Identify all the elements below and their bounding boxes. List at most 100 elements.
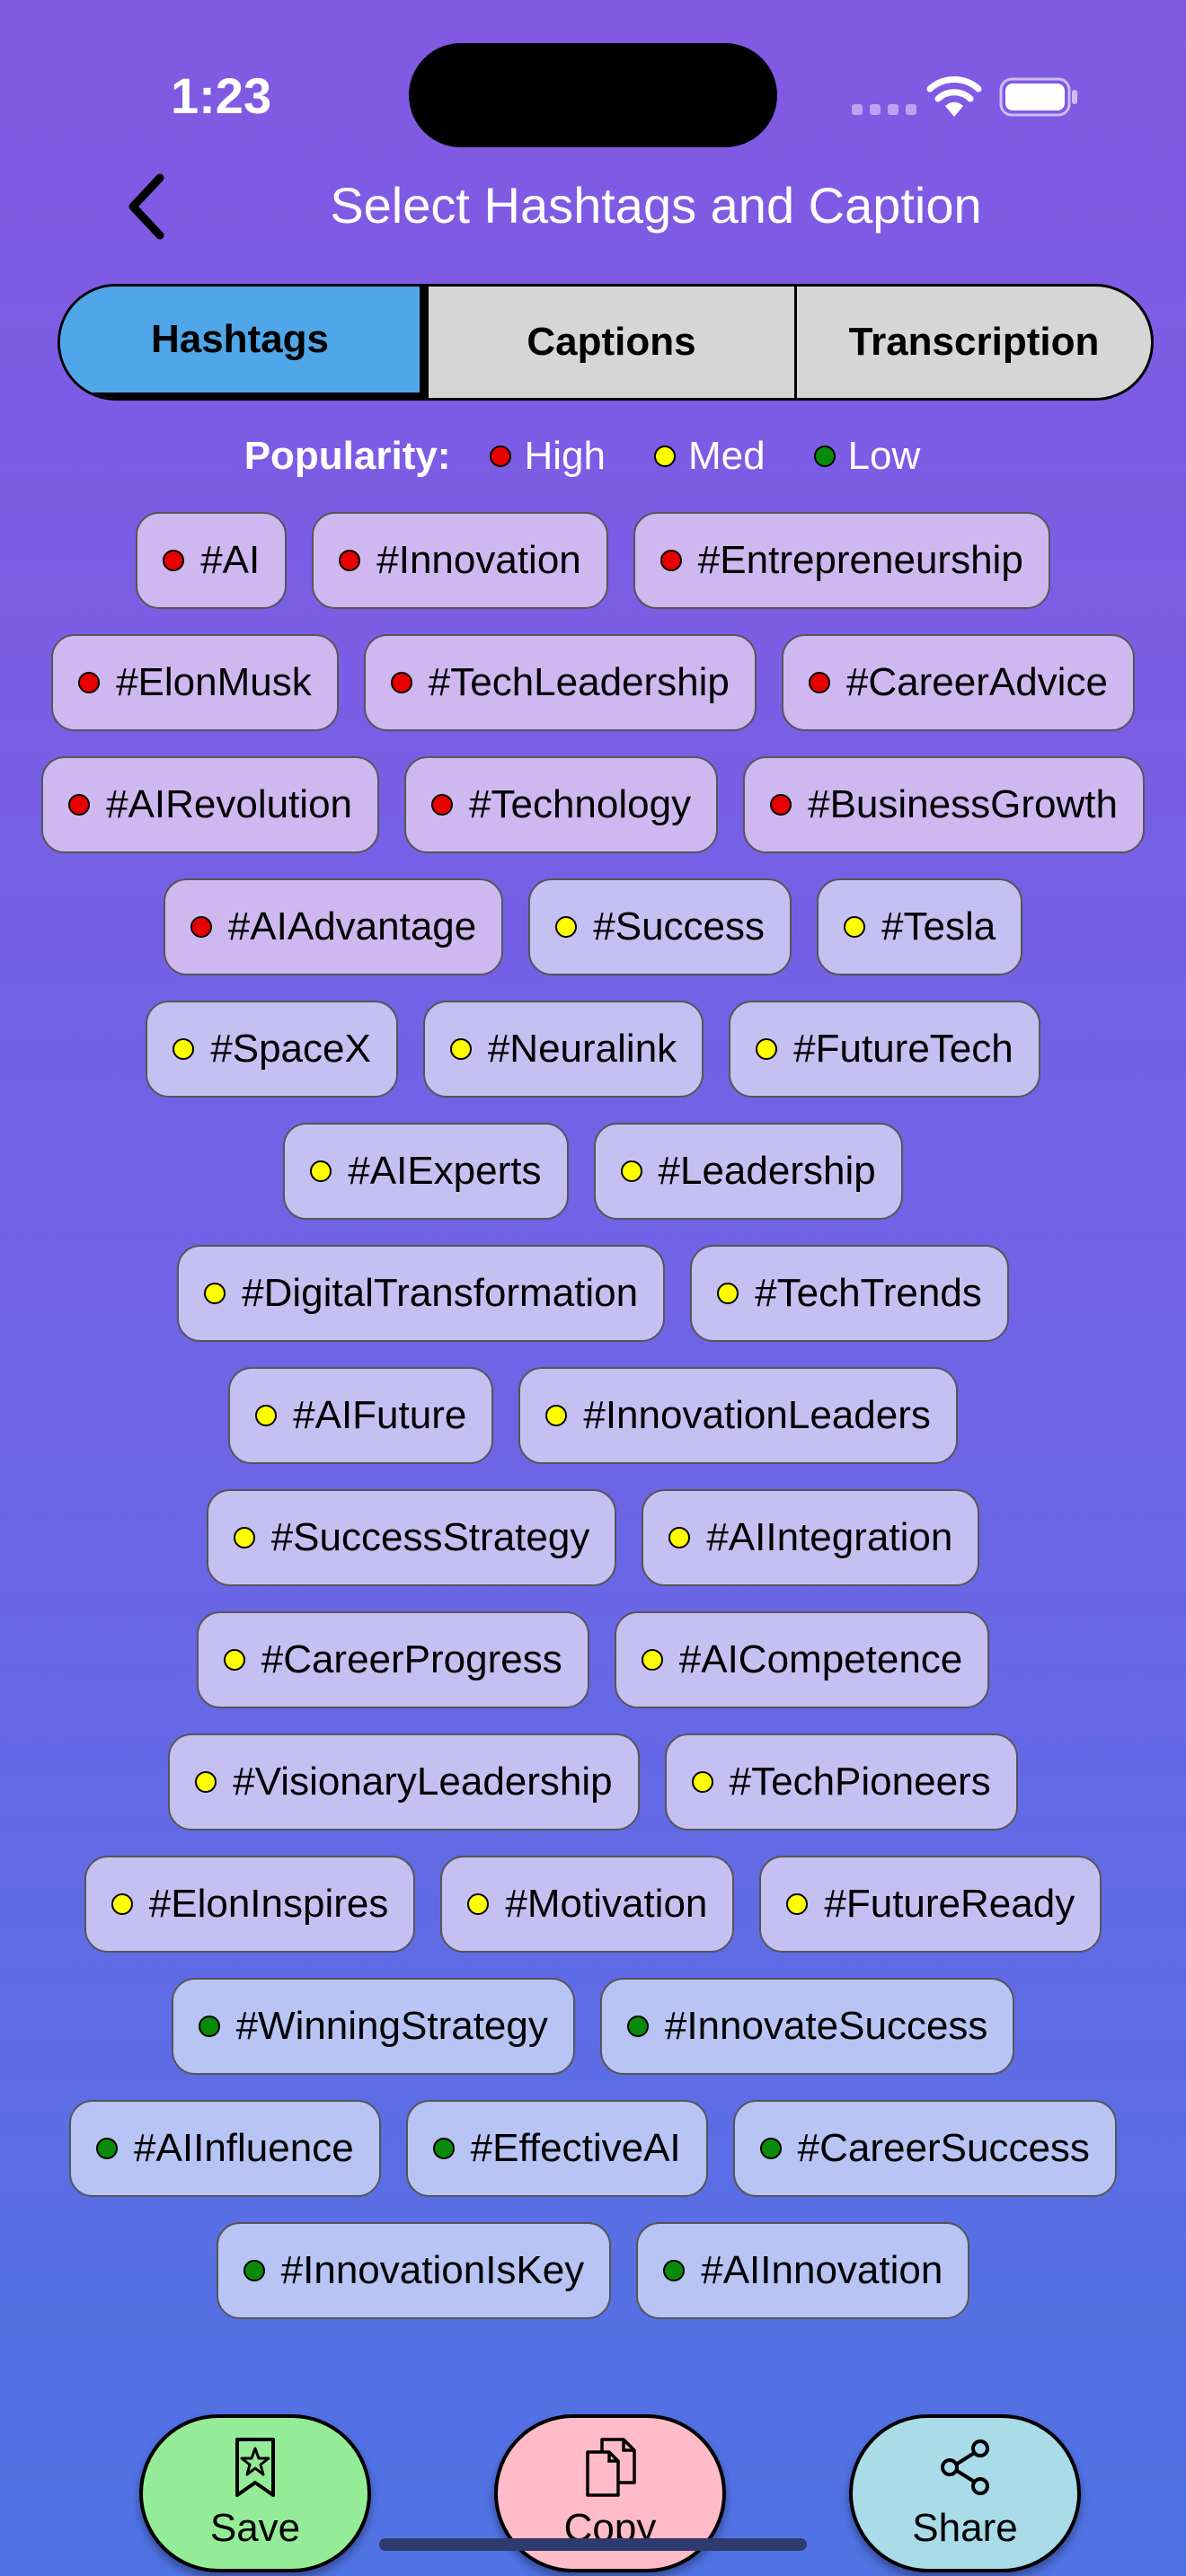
- hashtag-chip[interactable]: #AIInnovation: [636, 2222, 970, 2319]
- hashtag-chip[interactable]: #AIExperts: [283, 1123, 569, 1220]
- popularity-dot-icon: [431, 794, 454, 816]
- hashtag-chip[interactable]: #AIRevolution: [41, 756, 380, 853]
- hashtag-chip[interactable]: #DigitalTransformation: [177, 1245, 666, 1342]
- hashtag-chip[interactable]: #Leadership: [593, 1123, 903, 1220]
- legend-item-low: Low: [813, 434, 920, 479]
- hashtag-chip[interactable]: #CareerProgress: [196, 1611, 589, 1708]
- popularity-dot-icon: [68, 794, 91, 816]
- tab-hashtags[interactable]: Hashtags: [60, 287, 429, 398]
- popularity-dot-icon: [641, 1649, 663, 1671]
- hashtag-chip-list: #AI #Innovation #Entrepreneurship #ElonMusk…: [36, 512, 1150, 2398]
- hashtag-chip[interactable]: #InnovationLeaders: [518, 1367, 958, 1464]
- hashtag-chip[interactable]: #Success: [528, 878, 792, 975]
- red-dot-icon: [490, 446, 512, 467]
- popularity-dot-icon: [626, 2016, 649, 2037]
- hashtag-chip[interactable]: #AIInfluence: [69, 2100, 381, 2197]
- home-indicator: [379, 2538, 807, 2551]
- share-button[interactable]: Share: [849, 2414, 1081, 2572]
- popularity-dot-icon: [255, 1405, 278, 1426]
- hashtag-label: #DigitalTransformation: [242, 1271, 639, 1315]
- hashtag-label: #CareerAdvice: [845, 660, 1108, 704]
- hashtag-chip[interactable]: #CareerSuccess: [732, 2100, 1117, 2197]
- hashtag-chip[interactable]: #FutureReady: [759, 1856, 1102, 1953]
- hashtag-chip[interactable]: #ElonInspires: [84, 1856, 416, 1953]
- hashtag-chip[interactable]: #Technology: [404, 756, 719, 853]
- popularity-dot-icon: [844, 916, 866, 938]
- back-chevron-icon[interactable]: [115, 171, 178, 243]
- popularity-dot-icon: [691, 1771, 713, 1793]
- hashtag-label: #Leadership: [658, 1149, 876, 1193]
- hashtag-label: #AIAdvantage: [227, 904, 477, 948]
- hashtag-chip[interactable]: #ElonMusk: [51, 634, 339, 731]
- hashtag-label: #WinningStrategy: [235, 2004, 548, 2048]
- popularity-dot-icon: [390, 672, 412, 693]
- hashtag-chip[interactable]: #EffectiveAI: [405, 2100, 708, 2197]
- legend-label: Popularity:: [243, 434, 451, 478]
- popularity-dot-icon: [467, 1893, 490, 1915]
- dynamic-island: [409, 43, 777, 147]
- hashtag-chip[interactable]: #SpaceX: [146, 1001, 398, 1098]
- save-button[interactable]: Save: [139, 2414, 371, 2572]
- popularity-dot-icon: [663, 2260, 686, 2281]
- popularity-dot-icon: [759, 2138, 782, 2159]
- hashtag-label: #Success: [593, 904, 766, 948]
- hashtag-label: #AIIntegration: [706, 1515, 953, 1559]
- copy-document-icon: [586, 2438, 636, 2497]
- hashtag-label: #Innovation: [376, 538, 581, 582]
- hashtag-chip[interactable]: #WinningStrategy: [171, 1978, 575, 2075]
- popularity-dot-icon: [756, 1038, 778, 1060]
- hashtag-chip[interactable]: #AI: [136, 512, 288, 609]
- hashtag-chip[interactable]: #Entrepreneurship: [633, 512, 1050, 609]
- hashtag-chip[interactable]: #AIFuture: [228, 1367, 494, 1464]
- hashtag-label: #AIRevolution: [106, 782, 353, 826]
- legend-item-med: Med: [653, 434, 766, 479]
- popularity-dot-icon: [717, 1283, 739, 1304]
- hashtag-chip[interactable]: #AICompetence: [614, 1611, 990, 1708]
- hashtag-label: #AIFuture: [293, 1393, 467, 1437]
- page-title: Select Hashtags and Caption: [330, 177, 982, 234]
- popularity-dot-icon: [555, 916, 578, 938]
- hashtag-chip[interactable]: #SuccessStrategy: [206, 1489, 617, 1586]
- hashtag-chip[interactable]: #BusinessGrowth: [743, 756, 1145, 853]
- tab-transcription[interactable]: Transcription: [797, 287, 1151, 398]
- legend-item-high: High: [490, 434, 606, 479]
- share-nodes-icon: [941, 2439, 989, 2495]
- hashtag-label: #Motivation: [505, 1882, 708, 1926]
- popularity-dot-icon: [770, 794, 792, 816]
- hashtag-chip[interactable]: #VisionaryLeadership: [168, 1734, 640, 1831]
- hashtag-chip[interactable]: #Innovation: [312, 512, 608, 609]
- hashtag-label: #AIInfluence: [134, 2126, 354, 2170]
- hashtag-label: #CareerProgress: [261, 1637, 562, 1681]
- hashtag-chip[interactable]: #Neuralink: [422, 1001, 704, 1098]
- popularity-dot-icon: [449, 1038, 472, 1060]
- popularity-dot-icon: [233, 1527, 255, 1548]
- hashtag-label: #FutureTech: [793, 1027, 1013, 1071]
- popularity-dot-icon: [163, 550, 185, 571]
- hashtag-label: #AIInnovation: [701, 2248, 943, 2292]
- popularity-dot-icon: [786, 1893, 809, 1915]
- popularity-dot-icon: [195, 1771, 217, 1793]
- hashtag-chip[interactable]: #AIAdvantage: [163, 878, 504, 975]
- hashtag-label: #VisionaryLeadership: [233, 1760, 613, 1804]
- hashtag-chip[interactable]: #InnovateSuccess: [599, 1978, 1015, 2075]
- hashtag-chip[interactable]: #TechPioneers: [664, 1734, 1018, 1831]
- hashtag-chip[interactable]: #Motivation: [440, 1856, 735, 1953]
- hashtag-chip[interactable]: #AIIntegration: [642, 1489, 980, 1586]
- hashtag-chip[interactable]: #FutureTech: [729, 1001, 1040, 1098]
- hashtag-chip[interactable]: #CareerAdvice: [781, 634, 1135, 731]
- hashtag-chip[interactable]: #InnovationIsKey: [216, 2222, 612, 2319]
- hashtag-chip[interactable]: #TechTrends: [690, 1245, 1009, 1342]
- hashtag-label: #InnovateSuccess: [664, 2004, 988, 2048]
- hashtag-label: #SpaceX: [210, 1027, 371, 1071]
- hashtag-label: #Technology: [469, 782, 692, 826]
- bookmark-star-icon: [235, 2438, 275, 2497]
- hashtag-chip[interactable]: #Tesla: [817, 878, 1023, 975]
- hashtag-label: #AI: [200, 538, 261, 582]
- status-bar: 1:23: [0, 0, 1186, 180]
- wifi-icon: [926, 76, 982, 117]
- popularity-dot-icon: [432, 2138, 455, 2159]
- hashtag-label: #ElonInspires: [148, 1882, 389, 1926]
- tab-captions[interactable]: Captions: [429, 287, 797, 398]
- popularity-dot-icon: [668, 1527, 691, 1548]
- hashtag-chip[interactable]: #TechLeadership: [363, 634, 757, 731]
